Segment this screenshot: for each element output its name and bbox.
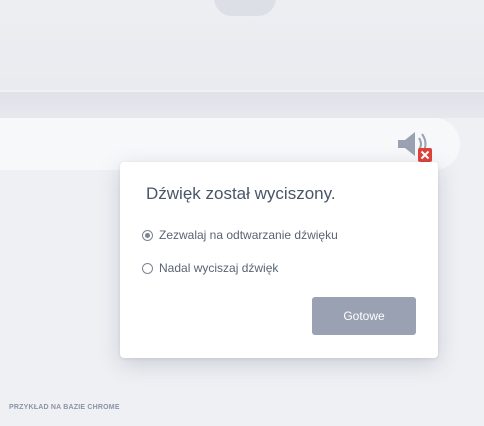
browser-tab[interactable]: [214, 0, 276, 16]
allow-sound-option[interactable]: Zezwalaj na odtwarzanie dźwięku: [142, 226, 338, 244]
close-icon: [418, 148, 432, 162]
muted-speaker-icon[interactable]: [394, 124, 440, 166]
keep-muted-label: Nadal wyciszaj dźwięk: [159, 261, 279, 275]
radio-checked-icon[interactable]: [142, 229, 153, 241]
keep-muted-option[interactable]: Nadal wyciszaj dźwięk: [142, 259, 278, 277]
done-button[interactable]: Gotowe: [312, 297, 416, 335]
browser-toolbar: [0, 92, 484, 118]
allow-sound-label: Zezwalaj na odtwarzanie dźwięku: [159, 228, 338, 242]
footer-label: PRZYKŁAD NA BAZIE CHROME: [9, 404, 120, 411]
popup-title: Dźwięk został wyciszony.: [146, 184, 336, 203]
radio-unchecked-icon[interactable]: [142, 262, 153, 274]
sound-muted-popup: Dźwięk został wyciszony. Zezwalaj na odt…: [120, 162, 438, 358]
